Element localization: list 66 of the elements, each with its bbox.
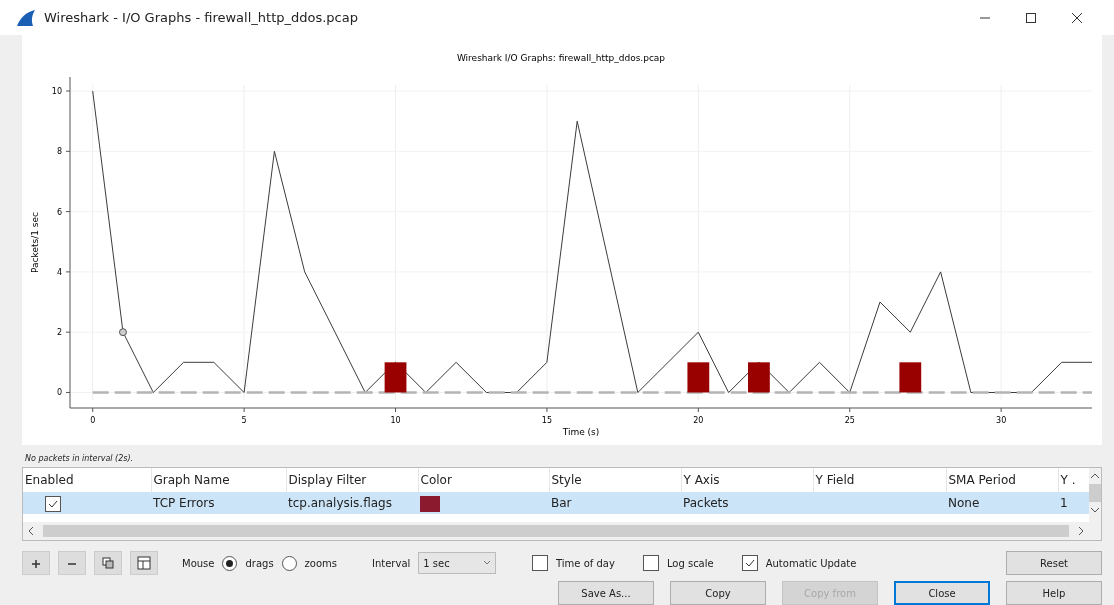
y-axis-label: Packets/1 sec (30, 212, 40, 273)
error-bar (384, 362, 407, 393)
table-cell: 1 (1058, 492, 1089, 514)
error-bar (748, 362, 770, 393)
graph-name-cell: TCP Errors (151, 492, 286, 514)
radio-button[interactable] (281, 555, 297, 571)
checkbox-label: Log scale (666, 556, 714, 571)
mouse-label: Mouse (182, 556, 215, 571)
style-cell: Bar (549, 492, 681, 514)
duplicate-button[interactable] (94, 551, 122, 575)
checkbox-label: Automatic Update (765, 556, 857, 571)
radio-label: drags (245, 556, 274, 571)
add-button[interactable] (22, 551, 50, 575)
scrollbar-thumb[interactable] (1089, 484, 1101, 502)
status-text: No packets in interval (2s). (24, 453, 135, 465)
x-tick-label: 0 (90, 416, 96, 425)
x-tick-label: 30 (996, 416, 1007, 425)
dialog-button[interactable]: Save As... (558, 581, 654, 605)
interval-dropdown[interactable]: 1 sec (418, 552, 497, 574)
dialog-button[interactable]: Help (1006, 581, 1102, 605)
copy-icon (102, 557, 114, 570)
sma-period-cell: None (946, 492, 1058, 514)
interval-label: Interval (372, 556, 411, 571)
maximize-icon (1025, 12, 1037, 24)
checkbox[interactable] (532, 555, 548, 571)
error-bar (899, 362, 922, 393)
chart-title: Wireshark I/O Graphs: firewall_http_ddos.pcap (456, 53, 666, 63)
table-button[interactable] (130, 551, 158, 575)
color-swatch[interactable] (420, 495, 440, 512)
scroll-right-icon[interactable] (1077, 526, 1085, 536)
y-tick-label: 8 (56, 147, 62, 157)
shark-fin-icon (16, 9, 36, 26)
table-icon (137, 556, 151, 570)
checkbox[interactable] (45, 495, 61, 512)
y-tick-label: 4 (56, 267, 62, 277)
filter-cell: tcp.analysis.flags (286, 492, 418, 514)
window-title: Wireshark - I/O Graphs - firewall_http_ddos.pcap (44, 8, 358, 27)
plus-icon (31, 558, 41, 569)
scrollbar-thumb[interactable] (43, 525, 1069, 537)
y-tick-label: 6 (56, 207, 62, 217)
x-tick-label: 5 (241, 416, 247, 425)
x-axis-label: Time (s) (562, 427, 600, 437)
x-tick-label: 15 (541, 416, 553, 425)
radio-button[interactable] (222, 555, 238, 571)
reset-button[interactable]: Reset (1006, 551, 1102, 575)
y-tick-label: 10 (51, 87, 62, 97)
point-marker (119, 328, 127, 337)
scroll-up-icon[interactable] (1090, 472, 1100, 480)
y-axis-cell: Packets (681, 492, 813, 514)
checkbox[interactable] (741, 555, 758, 571)
checkbox[interactable] (642, 555, 659, 571)
y-tick-label: 2 (56, 328, 62, 338)
error-bar (687, 362, 710, 393)
radio-label: zooms (304, 556, 338, 571)
x-tick-label: 20 (693, 416, 704, 425)
dialog-button[interactable]: Close (894, 581, 990, 605)
close-icon (1071, 12, 1083, 24)
x-tick-label: 10 (390, 416, 401, 425)
checkbox-label: Time of day (556, 556, 615, 571)
y-tick-label: 0 (56, 388, 62, 398)
dialog-button[interactable]: Copy (670, 581, 766, 605)
scroll-down-icon[interactable] (1090, 506, 1100, 514)
scroll-left-icon[interactable] (27, 526, 35, 536)
remove-button[interactable] (58, 551, 86, 575)
x-tick-label: 25 (844, 416, 855, 425)
caret-icon (483, 560, 492, 566)
